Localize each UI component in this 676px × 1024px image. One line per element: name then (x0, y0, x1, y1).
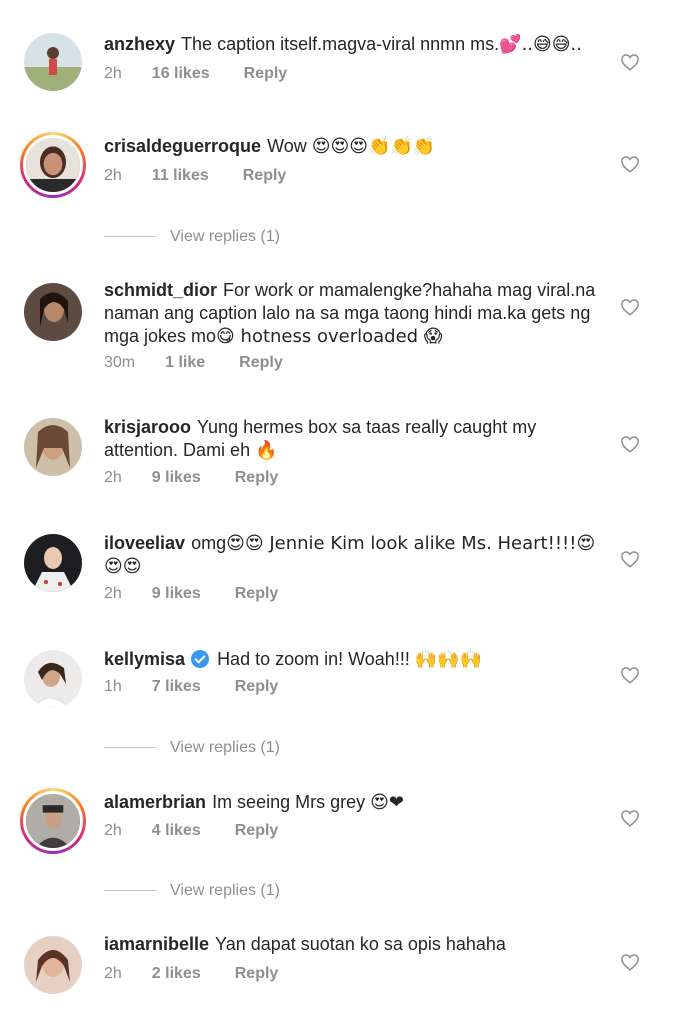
reply-button[interactable]: Reply (243, 167, 287, 184)
heart-icon[interactable] (620, 666, 640, 684)
timestamp: 30m (104, 354, 136, 371)
comment-meta: 30m 1 like Reply (104, 354, 283, 372)
comment-meta: 2h 11 likes Reply (104, 167, 286, 185)
comment-body: iamarnibelle Yan dapat suotan ko sa opis … (104, 933, 596, 956)
view-replies-button[interactable]: View replies (1) (104, 739, 280, 757)
comment-meta: 1h 7 likes Reply (104, 678, 278, 696)
reply-button[interactable]: Reply (239, 354, 283, 371)
view-replies-button[interactable]: View replies (1) (104, 882, 280, 900)
likes-count[interactable]: 11 likes (152, 167, 209, 184)
comment-text: Had to zoom in! Woah!!! (217, 649, 410, 669)
comment-emoji: 🙌🙌🙌 (414, 649, 483, 670)
username-link[interactable]: krisjarooo (104, 417, 191, 437)
avatar[interactable] (24, 418, 82, 476)
reply-button[interactable]: Reply (235, 585, 279, 602)
reply-button[interactable]: Reply (235, 678, 279, 695)
username-link[interactable]: iloveeliav (104, 533, 185, 553)
comment-emoji: 😍❤ (370, 792, 404, 813)
reply-button[interactable]: Reply (235, 965, 279, 982)
timestamp: 2h (104, 167, 122, 184)
comment-body: anzhexy The caption itself.magva-viral nn… (104, 33, 596, 56)
likes-count[interactable]: 7 likes (152, 678, 201, 695)
view-replies-label: View replies (1) (170, 739, 280, 756)
divider-line (104, 236, 156, 238)
heart-icon[interactable] (620, 155, 640, 173)
likes-count[interactable]: 4 likes (152, 822, 201, 839)
comment-text: Wow (267, 136, 307, 156)
comment-body: iloveeliav omg😍😍 Jennie Kim look alike Ms… (104, 532, 596, 578)
comment-emoji: 💕..😅😅.. (499, 34, 582, 55)
likes-count[interactable]: 9 likes (152, 585, 201, 602)
likes-count[interactable]: 16 likes (152, 65, 210, 82)
comment-meta: 2h 9 likes Reply (104, 585, 278, 603)
avatar[interactable] (24, 650, 82, 708)
comment-text: omg (191, 533, 227, 553)
comment-meta: 2h 2 likes Reply (104, 965, 278, 983)
comment-emoji: 😋 hotness overloaded 😱 (216, 326, 443, 347)
comment-text: Im seeing Mrs grey (212, 792, 366, 812)
username-link[interactable]: crisaldeguerroque (104, 136, 261, 156)
heart-icon[interactable] (620, 809, 640, 827)
username-link[interactable]: iamarnibelle (104, 934, 209, 954)
view-replies-button[interactable]: View replies (1) (104, 228, 280, 246)
timestamp: 2h (104, 469, 122, 486)
heart-icon[interactable] (620, 298, 640, 316)
heart-icon[interactable] (620, 53, 640, 71)
avatar[interactable] (20, 788, 86, 854)
comment-body: alamerbrian Im seeing Mrs grey 😍❤ (104, 791, 596, 814)
likes-count[interactable]: 1 like (165, 354, 205, 371)
avatar[interactable] (24, 534, 82, 592)
username-link[interactable]: schmidt_dior (104, 280, 217, 300)
avatar[interactable] (24, 936, 82, 994)
comment-text: Yan dapat suotan ko sa opis hahaha (215, 934, 506, 954)
username-link[interactable]: anzhexy (104, 34, 175, 54)
likes-count[interactable]: 2 likes (152, 965, 201, 982)
timestamp: 2h (104, 822, 122, 839)
avatar[interactable] (24, 283, 82, 341)
divider-line (104, 890, 156, 892)
comment-body: schmidt_dior For work or mamalengke?hahah… (104, 279, 596, 348)
likes-count[interactable]: 9 likes (152, 469, 201, 486)
verified-badge-icon (191, 650, 210, 668)
timestamp: 2h (104, 965, 122, 982)
username-link[interactable]: alamerbrian (104, 792, 206, 812)
comment-emoji: 😍😍😍👏👏👏 (311, 136, 436, 157)
comment-meta: 2h 16 likes Reply (104, 65, 287, 83)
comment-meta: 2h 9 likes Reply (104, 469, 278, 487)
timestamp: 2h (104, 585, 122, 602)
timestamp: 2h (104, 65, 122, 82)
username-link[interactable]: kellymisa (104, 649, 185, 669)
avatar[interactable] (20, 132, 86, 198)
heart-icon[interactable] (620, 550, 640, 568)
comment-meta: 2h 4 likes Reply (104, 822, 278, 840)
heart-icon[interactable] (620, 435, 640, 453)
comment-emoji: 🔥 (255, 440, 278, 461)
comment-body: crisaldeguerroque Wow 😍😍😍👏👏👏 (104, 135, 596, 158)
heart-icon[interactable] (620, 953, 640, 971)
avatar[interactable] (24, 33, 82, 91)
view-replies-label: View replies (1) (170, 228, 280, 245)
divider-line (104, 747, 156, 749)
view-replies-label: View replies (1) (170, 882, 280, 899)
comment-body: krisjarooo Yung hermes box sa taas really… (104, 416, 596, 462)
reply-button[interactable]: Reply (235, 469, 279, 486)
reply-button[interactable]: Reply (244, 65, 288, 82)
reply-button[interactable]: Reply (235, 822, 279, 839)
comment-text: The caption itself.magva-viral nnmn ms. (181, 34, 500, 54)
comment-body: kellymisa Had to zoom in! Woah!!! 🙌🙌🙌 (104, 648, 596, 671)
timestamp: 1h (104, 678, 122, 695)
